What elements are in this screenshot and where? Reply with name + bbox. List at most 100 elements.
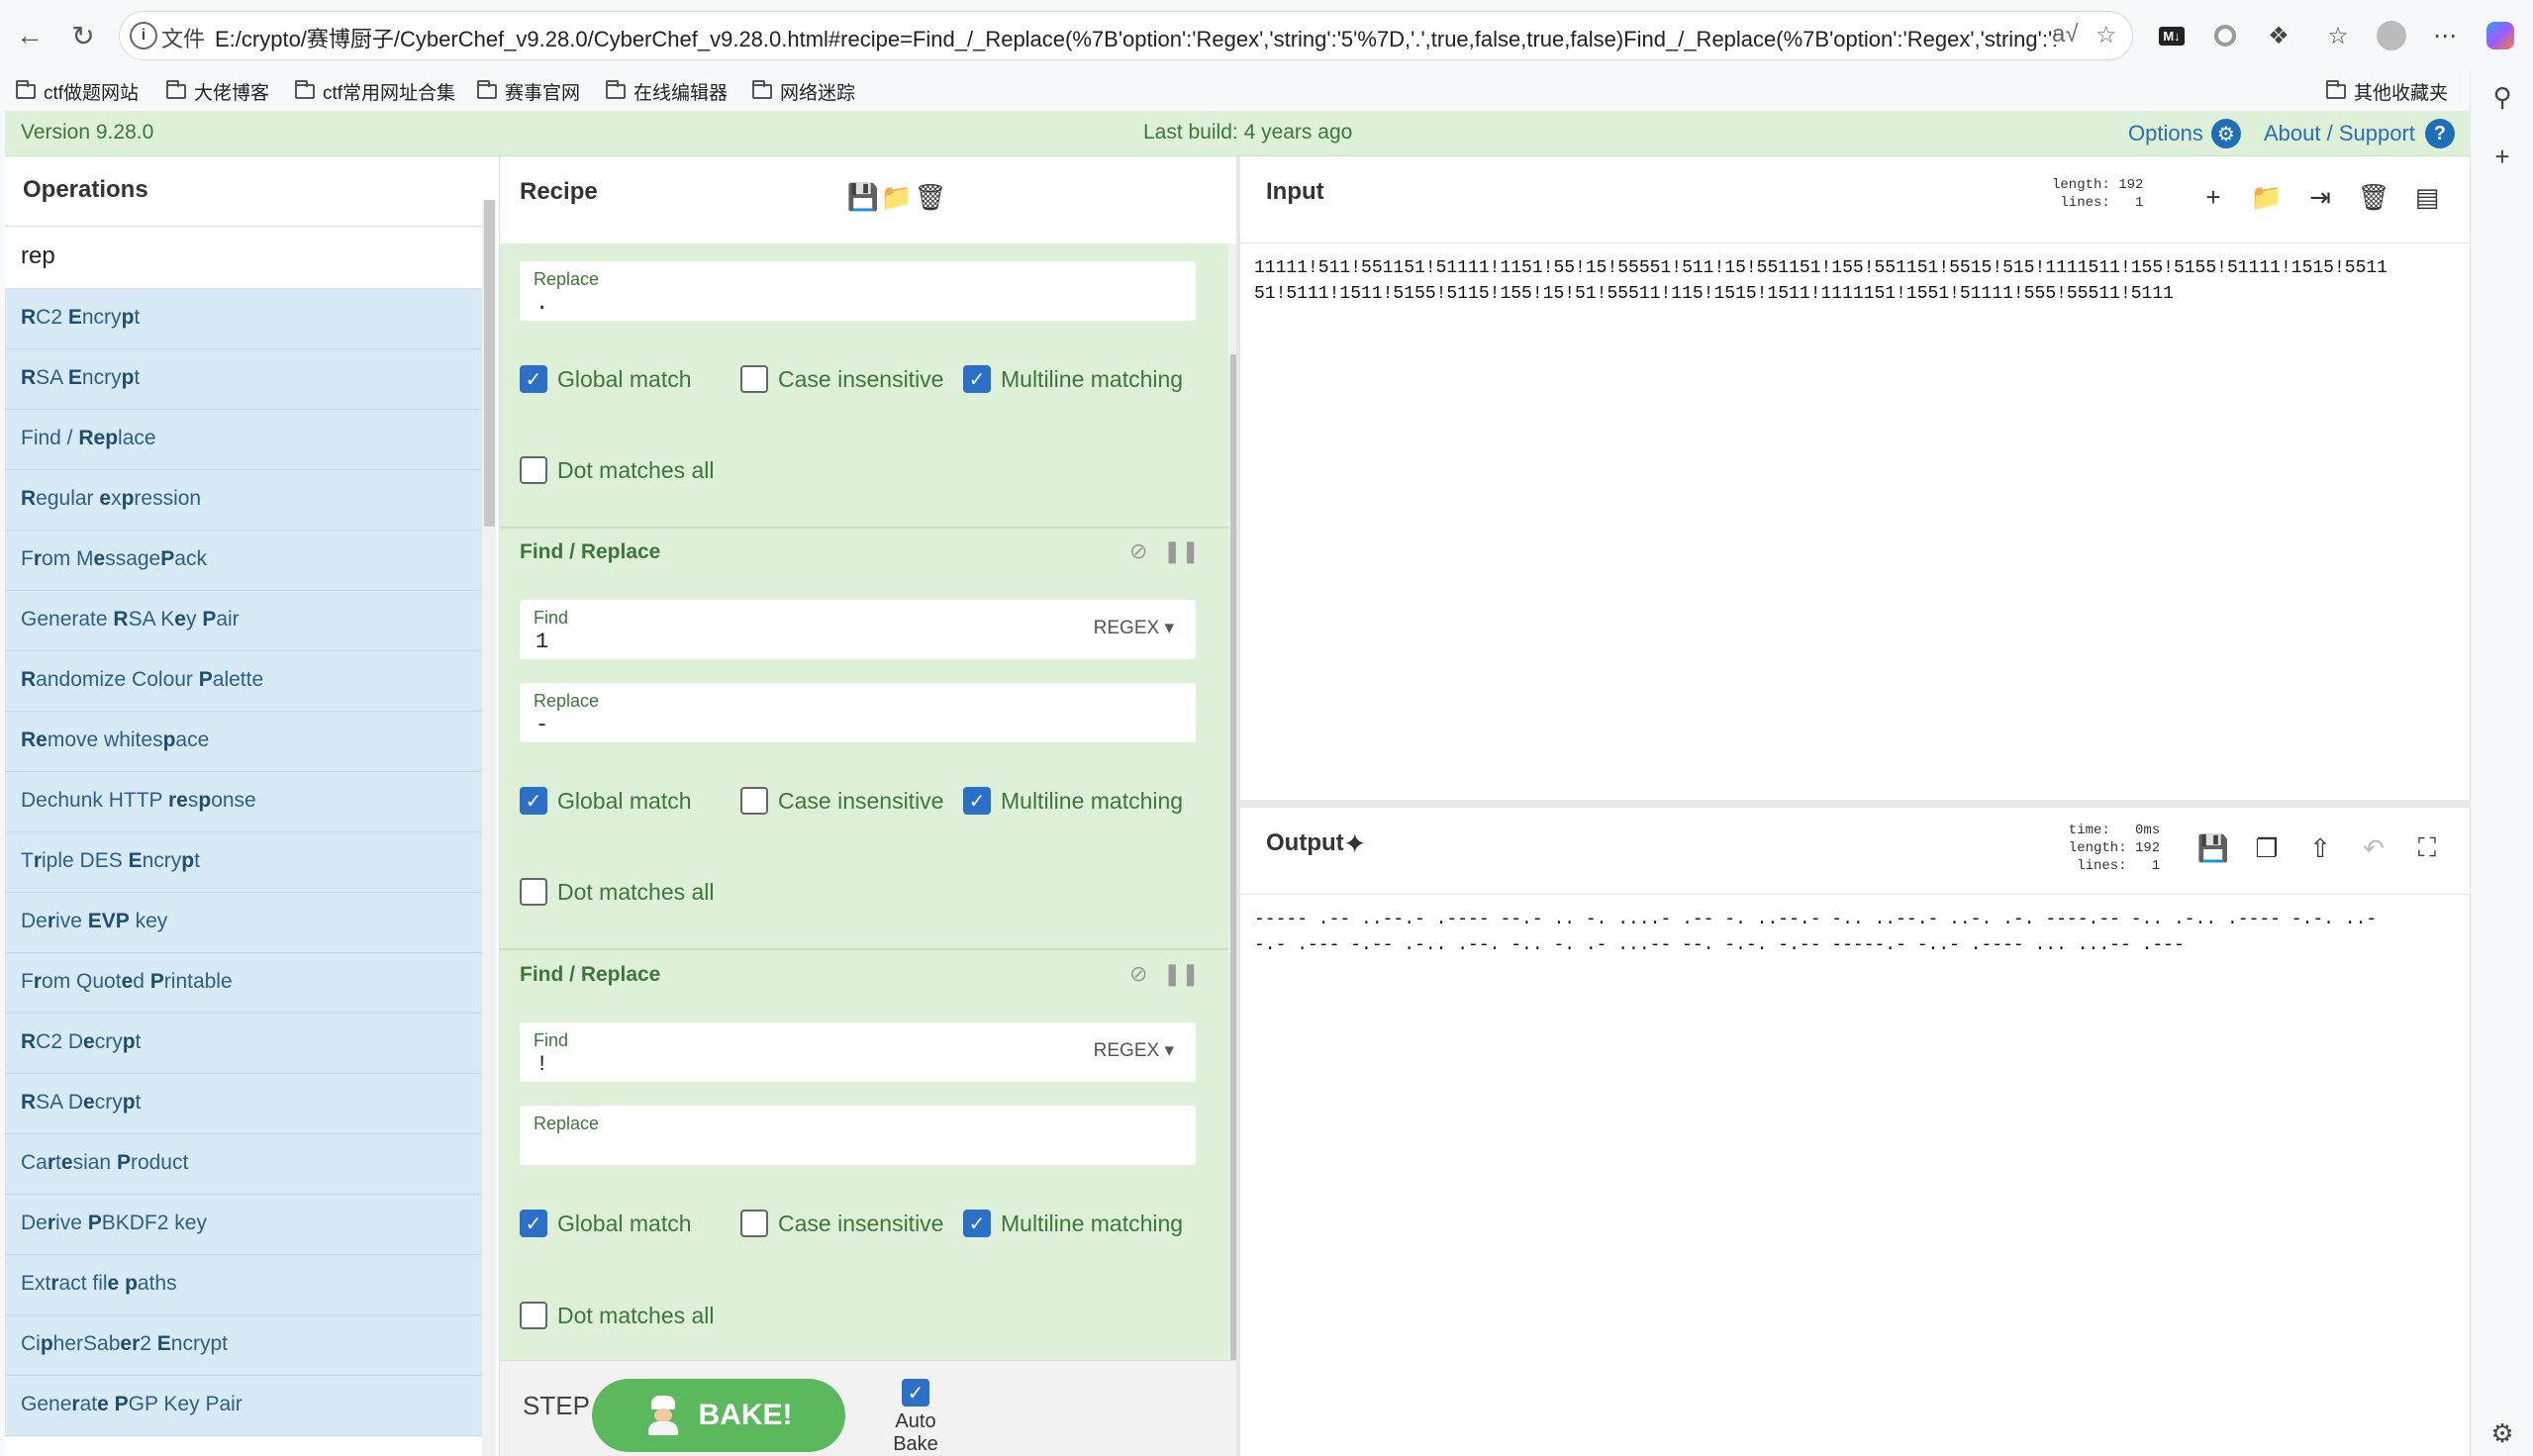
copilot-icon[interactable] bbox=[2483, 18, 2518, 53]
find-value[interactable]: ! bbox=[536, 1052, 548, 1077]
operation-list-item[interactable]: Randomize Colour Palette bbox=[5, 651, 482, 712]
global-match-checkbox[interactable]: ✓ Global match bbox=[520, 784, 692, 818]
operations-search-input[interactable]: rep bbox=[5, 226, 482, 289]
disable-icon[interactable]: ⊘ bbox=[1129, 538, 1147, 564]
global-match-checkbox[interactable]: ✓ Global match bbox=[520, 1207, 692, 1240]
replace-field[interactable]: Replace . bbox=[520, 261, 1196, 321]
read-aloud-icon[interactable]: a√ bbox=[2052, 21, 2079, 49]
search-icon[interactable]: ⚲ bbox=[2486, 81, 2518, 113]
operation-list-item[interactable]: Find / Replace bbox=[5, 410, 482, 470]
operation-list-item[interactable]: Extract file paths bbox=[5, 1255, 482, 1315]
operation-list-item[interactable]: Derive EVP key bbox=[5, 893, 482, 953]
operations-scroll-thumb[interactable] bbox=[484, 200, 495, 527]
favorites-icon[interactable]: ☆ bbox=[2320, 18, 2356, 53]
multiline-checkbox[interactable]: ✓ Multiline matching bbox=[963, 784, 1183, 818]
operation-list-item[interactable]: From MessagePack bbox=[5, 531, 482, 591]
info-icon[interactable]: i bbox=[130, 22, 157, 49]
markdown-icon[interactable]: M↓ bbox=[2154, 18, 2190, 53]
io-divider[interactable] bbox=[1240, 800, 2470, 808]
search-highlight: P bbox=[198, 668, 213, 691]
bookmark-other[interactable]: 其他收藏夹 bbox=[2326, 75, 2448, 107]
trash-icon[interactable]: 🗑 bbox=[2357, 180, 2390, 214]
circle-icon[interactable] bbox=[2207, 18, 2243, 53]
banner: Version 9.28.0 Last build: 4 years ago O… bbox=[5, 111, 2470, 156]
operation-list-item[interactable]: Regular expression bbox=[5, 470, 482, 531]
pause-icon[interactable]: ❚❚ bbox=[1163, 961, 1200, 987]
operation-label-part: sian bbox=[72, 1151, 117, 1174]
profile-icon[interactable] bbox=[2374, 18, 2409, 53]
case-insensitive-checkbox[interactable]: Case insensitive bbox=[740, 1207, 943, 1240]
step-button[interactable]: STEP bbox=[523, 1391, 590, 1421]
operation-list-item[interactable]: Remove whitespace bbox=[5, 712, 482, 772]
bake-button[interactable]: BAKE! bbox=[592, 1379, 845, 1452]
operation-list-item[interactable]: RC2 Decrypt bbox=[5, 1014, 482, 1074]
trash-icon[interactable]: 🗑 bbox=[914, 180, 947, 214]
output-textarea[interactable]: ----- .-- ..--.- .---- --.- .. -. ....- … bbox=[1254, 907, 2462, 958]
address-bar[interactable]: i 文件 E:/crypto/赛博厨子/CyberChef_v9.28.0/Cy… bbox=[119, 11, 2133, 60]
dot-matches-all-checkbox[interactable]: Dot matches all bbox=[520, 875, 715, 909]
multiline-checkbox[interactable]: ✓ Multiline matching bbox=[963, 362, 1183, 396]
layout-icon[interactable]: ▤ bbox=[2410, 180, 2444, 214]
disable-icon[interactable]: ⊘ bbox=[1129, 961, 1147, 987]
undo-icon[interactable]: ↶ bbox=[2357, 831, 2390, 865]
reload-icon[interactable]: ↻ bbox=[61, 14, 105, 57]
url-text[interactable]: E:/crypto/赛博厨子/CyberChef_v9.28.0/CyberCh… bbox=[215, 22, 2056, 53]
about-link[interactable]: About / Support? bbox=[2264, 119, 2455, 148]
operation-label-part: aths bbox=[137, 1272, 177, 1295]
replace-field[interactable]: Replace - bbox=[520, 683, 1196, 742]
find-field[interactable]: Find ! REGEX ▾ bbox=[520, 1022, 1196, 1082]
save-icon[interactable]: 💾 bbox=[2196, 831, 2230, 865]
save-icon[interactable]: 💾 bbox=[846, 180, 880, 214]
folder-open-icon[interactable]: 📁 bbox=[880, 180, 914, 214]
bookmark-editors[interactable]: 在线编辑器 bbox=[606, 75, 728, 107]
find-value[interactable]: 1 bbox=[536, 630, 548, 654]
auto-bake-checkbox[interactable]: ✓ Auto Bake bbox=[871, 1371, 960, 1456]
back-icon[interactable]: ← bbox=[8, 14, 51, 57]
open-file-icon[interactable]: ⇥ bbox=[2303, 180, 2337, 214]
extensions-icon[interactable]: ❖ bbox=[2261, 18, 2296, 53]
operation-list-item[interactable]: CipherSaber2 Encrypt bbox=[5, 1315, 482, 1376]
open-folder-icon[interactable]: 📁 bbox=[2250, 180, 2284, 214]
replace-value[interactable]: - bbox=[536, 713, 548, 737]
replace-value[interactable]: . bbox=[536, 291, 548, 316]
replace-input-icon[interactable]: ⇧ bbox=[2303, 831, 2337, 865]
magic-wand-icon[interactable]: ✦ bbox=[1343, 827, 1383, 867]
options-link[interactable]: Options ⚙ bbox=[2128, 119, 2241, 148]
find-mode-dropdown[interactable]: REGEX ▾ bbox=[1094, 1039, 1174, 1062]
bookmark-blogs[interactable]: 大佬博客 bbox=[166, 75, 269, 107]
browser-toolbar: ← ↻ i 文件 E:/crypto/赛博厨子/CyberChef_v9.28.… bbox=[0, 0, 2533, 71]
operation-list-item[interactable]: Generate PGP Key Pair bbox=[5, 1376, 482, 1436]
fullscreen-icon[interactable]: ⛶ bbox=[2410, 831, 2444, 865]
bookmark-ctf-sites[interactable]: ctf做题网站 bbox=[16, 75, 139, 107]
multiline-checkbox[interactable]: ✓ Multiline matching bbox=[963, 1207, 1183, 1240]
settings-icon[interactable]: ⚙ bbox=[2486, 1417, 2518, 1449]
replace-field[interactable]: Replace bbox=[520, 1106, 1196, 1165]
input-textarea[interactable]: 11111!511!551151!51111!1151!55!15!55551!… bbox=[1254, 255, 2462, 307]
operation-list-item[interactable]: Generate RSA Key Pair bbox=[5, 591, 482, 651]
global-match-checkbox[interactable]: ✓ Global match bbox=[520, 362, 692, 396]
operation-list-item[interactable]: Triple DES Encrypt bbox=[5, 832, 482, 893]
favorite-star-icon[interactable]: ☆ bbox=[2095, 21, 2117, 49]
dot-matches-all-checkbox[interactable]: Dot matches all bbox=[520, 1299, 715, 1332]
find-field[interactable]: Find 1 REGEX ▾ bbox=[520, 600, 1196, 659]
add-tab-icon[interactable]: + bbox=[2196, 180, 2230, 214]
copy-icon[interactable]: ❐ bbox=[2250, 831, 2284, 865]
last-build-label: Last build: 4 years ago bbox=[1143, 121, 1353, 144]
dot-matches-all-checkbox[interactable]: Dot matches all bbox=[520, 453, 715, 487]
operation-list-item[interactable]: RSA Decrypt bbox=[5, 1074, 482, 1134]
bookmark-osint[interactable]: 网络迷踪 bbox=[752, 75, 855, 107]
operation-list-item[interactable]: From Quoted Printable bbox=[5, 953, 482, 1014]
bookmark-ctf-links[interactable]: ctf常用网址合集 bbox=[295, 75, 455, 107]
pause-icon[interactable]: ❚❚ bbox=[1163, 538, 1200, 564]
bookmark-events[interactable]: 赛事官网 bbox=[477, 75, 580, 107]
add-icon[interactable]: + bbox=[2486, 141, 2518, 172]
more-icon[interactable]: ⋯ bbox=[2427, 18, 2463, 53]
operation-list-item[interactable]: RC2 Encrypt bbox=[5, 289, 482, 349]
operation-list-item[interactable]: Derive PBKDF2 key bbox=[5, 1195, 482, 1255]
case-insensitive-checkbox[interactable]: Case insensitive bbox=[740, 362, 943, 396]
find-mode-dropdown[interactable]: REGEX ▾ bbox=[1094, 617, 1174, 639]
operation-list-item[interactable]: Dechunk HTTP response bbox=[5, 772, 482, 832]
operation-list-item[interactable]: Cartesian Product bbox=[5, 1134, 482, 1195]
operation-list-item[interactable]: RSA Encrypt bbox=[5, 349, 482, 410]
case-insensitive-checkbox[interactable]: Case insensitive bbox=[740, 784, 943, 818]
